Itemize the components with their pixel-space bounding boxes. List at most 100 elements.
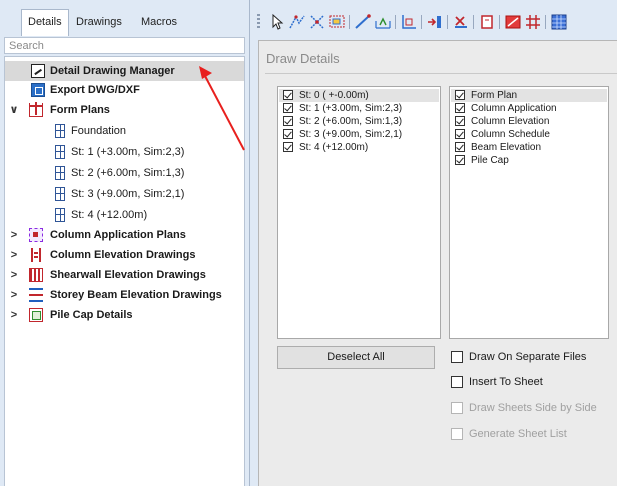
document-edit-icon bbox=[31, 64, 45, 78]
grid-icon[interactable] bbox=[524, 13, 542, 31]
checkbox[interactable] bbox=[455, 90, 465, 100]
window-select-icon[interactable] bbox=[328, 13, 346, 31]
tree-item-storey-1[interactable]: St: 1 (+3.00m, Sim:2,3) bbox=[5, 142, 244, 162]
checkbox[interactable] bbox=[283, 129, 293, 139]
chevron-right-icon[interactable]: > bbox=[9, 245, 19, 265]
list-item[interactable]: Pile Cap bbox=[451, 154, 607, 167]
checkbox[interactable] bbox=[455, 155, 465, 165]
toolbar-separator bbox=[473, 15, 474, 29]
checkbox[interactable] bbox=[283, 142, 293, 152]
chevron-right-icon[interactable]: > bbox=[9, 305, 19, 325]
tree-item-label: St: 2 (+6.00m, Sim:1,3) bbox=[71, 167, 185, 179]
checkbox[interactable] bbox=[455, 103, 465, 113]
left-panel: Details Drawings Macros Detail Drawing M… bbox=[0, 0, 250, 486]
crossing-select-icon[interactable] bbox=[308, 13, 326, 31]
list-item[interactable]: Column Application bbox=[451, 102, 607, 115]
chevron-down-icon[interactable]: ∨ bbox=[9, 100, 19, 120]
tree-item-form-plans[interactable]: ∨ Form Plans bbox=[5, 100, 244, 120]
chevron-right-icon[interactable]: > bbox=[9, 225, 19, 245]
list-item[interactable]: Column Elevation bbox=[451, 115, 607, 128]
list-item[interactable]: St: 0 ( +-0.00m) bbox=[279, 89, 439, 102]
list-item[interactable]: St: 1 (+3.00m, Sim:2,3) bbox=[279, 102, 439, 115]
export-icon bbox=[31, 83, 45, 97]
pile-cap-icon bbox=[29, 308, 43, 322]
panel-title: Draw Details bbox=[266, 51, 340, 66]
toolbar-separator bbox=[545, 15, 546, 29]
tree-item-label: Foundation bbox=[71, 125, 127, 137]
list-item[interactable]: St: 2 (+6.00m, Sim:1,3) bbox=[279, 115, 439, 128]
toolbar-separator bbox=[421, 15, 422, 29]
chevron-right-icon[interactable]: > bbox=[9, 265, 19, 285]
tree-item-shearwall-elevation-drawings[interactable]: > Shearwall Elevation Drawings bbox=[5, 265, 244, 285]
red-slab-icon[interactable] bbox=[504, 13, 522, 31]
sheet-icon bbox=[55, 124, 65, 138]
rectangle-icon[interactable] bbox=[478, 13, 496, 31]
tree-item-column-application-plans[interactable]: > Column Application Plans bbox=[5, 225, 244, 245]
toolbar-grip[interactable] bbox=[257, 14, 260, 30]
beam-elevation-icon bbox=[29, 288, 43, 302]
chevron-right-icon[interactable]: > bbox=[9, 285, 19, 305]
tree-item-storey-4[interactable]: St: 4 (+12.00m) bbox=[5, 205, 244, 225]
tree-item-label: Shearwall Elevation Drawings bbox=[50, 269, 206, 281]
delete-beam-icon[interactable] bbox=[452, 13, 470, 31]
tree-item-label: Column Elevation Drawings bbox=[50, 249, 196, 261]
tree-item-storey-2[interactable]: St: 2 (+6.00m, Sim:1,3) bbox=[5, 163, 244, 183]
table-icon[interactable] bbox=[550, 13, 568, 31]
tree-item-label: Pile Cap Details bbox=[50, 309, 133, 321]
tab-details[interactable]: Details bbox=[21, 9, 69, 36]
tree-item-foundation[interactable]: Foundation bbox=[5, 121, 244, 141]
search-input[interactable] bbox=[4, 37, 245, 54]
sheet-icon bbox=[55, 208, 65, 222]
sheet-icon bbox=[55, 145, 65, 159]
checkbox bbox=[451, 428, 463, 440]
checkbox[interactable] bbox=[283, 116, 293, 126]
deselect-all-button[interactable]: Deselect All bbox=[277, 346, 435, 369]
polyline-select-icon[interactable] bbox=[288, 13, 306, 31]
shearwall-icon bbox=[29, 268, 43, 282]
list-item[interactable]: St: 3 (+9.00m, Sim:2,1) bbox=[279, 128, 439, 141]
checkbox bbox=[451, 402, 463, 414]
storeys-list[interactable]: St: 0 ( +-0.00m) St: 1 (+3.00m, Sim:2,3)… bbox=[277, 86, 441, 339]
tree-item-label: Form Plans bbox=[50, 104, 110, 116]
divider bbox=[265, 73, 617, 74]
drawing-types-list[interactable]: Form Plan Column Application Column Elev… bbox=[449, 86, 609, 339]
list-item[interactable]: St: 4 (+12.00m) bbox=[279, 141, 439, 154]
list-item[interactable]: Column Schedule bbox=[451, 128, 607, 141]
tree-item-pile-cap-details[interactable]: > Pile Cap Details bbox=[5, 305, 244, 325]
checkbox[interactable] bbox=[455, 142, 465, 152]
tree-item-column-elevation-drawings[interactable]: > Column Elevation Drawings bbox=[5, 245, 244, 265]
toolbar-separator bbox=[349, 15, 350, 29]
insert-icon[interactable] bbox=[426, 13, 444, 31]
form-plan-icon bbox=[29, 102, 43, 117]
tree-item-label: Export DWG/DXF bbox=[50, 84, 140, 96]
tab-macros[interactable]: Macros bbox=[135, 10, 183, 34]
tree-item-label: St: 1 (+3.00m, Sim:2,3) bbox=[71, 146, 185, 158]
draw-line-icon[interactable] bbox=[354, 13, 372, 31]
toolbar bbox=[250, 8, 617, 36]
tree-item-label: St: 4 (+12.00m) bbox=[71, 209, 148, 221]
tree-item-export-dwg-dxf[interactable]: Export DWG/DXF bbox=[5, 80, 244, 100]
tab-drawings[interactable]: Drawings bbox=[70, 10, 128, 34]
right-area: Draw Details St: 0 ( +-0.00m) St: 1 (+3.… bbox=[250, 0, 617, 486]
details-tree: Detail Drawing Manager Export DWG/DXF ∨ … bbox=[4, 56, 245, 486]
tree-item-detail-drawing-manager[interactable]: Detail Drawing Manager bbox=[5, 61, 244, 81]
tree-item-storey-3[interactable]: St: 3 (+9.00m, Sim:2,1) bbox=[5, 184, 244, 204]
select-pointer-icon[interactable] bbox=[268, 13, 286, 31]
checkbox[interactable] bbox=[451, 351, 463, 363]
tab-bar: Details Drawings Macros bbox=[0, 0, 250, 36]
tree-item-storey-beam-elevation-drawings[interactable]: > Storey Beam Elevation Drawings bbox=[5, 285, 244, 305]
sheet-icon bbox=[55, 166, 65, 180]
axis-icon[interactable] bbox=[400, 13, 418, 31]
checkbox[interactable] bbox=[283, 90, 293, 100]
list-item[interactable]: Beam Elevation bbox=[451, 141, 607, 154]
list-item[interactable]: Form Plan bbox=[451, 89, 607, 102]
checkbox[interactable] bbox=[455, 129, 465, 139]
dimension-icon[interactable] bbox=[374, 13, 392, 31]
checkbox[interactable] bbox=[283, 103, 293, 113]
tree-item-label: Column Application Plans bbox=[50, 229, 186, 241]
checkbox[interactable] bbox=[455, 116, 465, 126]
toolbar-separator bbox=[395, 15, 396, 29]
tree-item-label: Storey Beam Elevation Drawings bbox=[50, 289, 222, 301]
checkbox[interactable] bbox=[451, 376, 463, 388]
column-application-icon bbox=[29, 228, 43, 242]
